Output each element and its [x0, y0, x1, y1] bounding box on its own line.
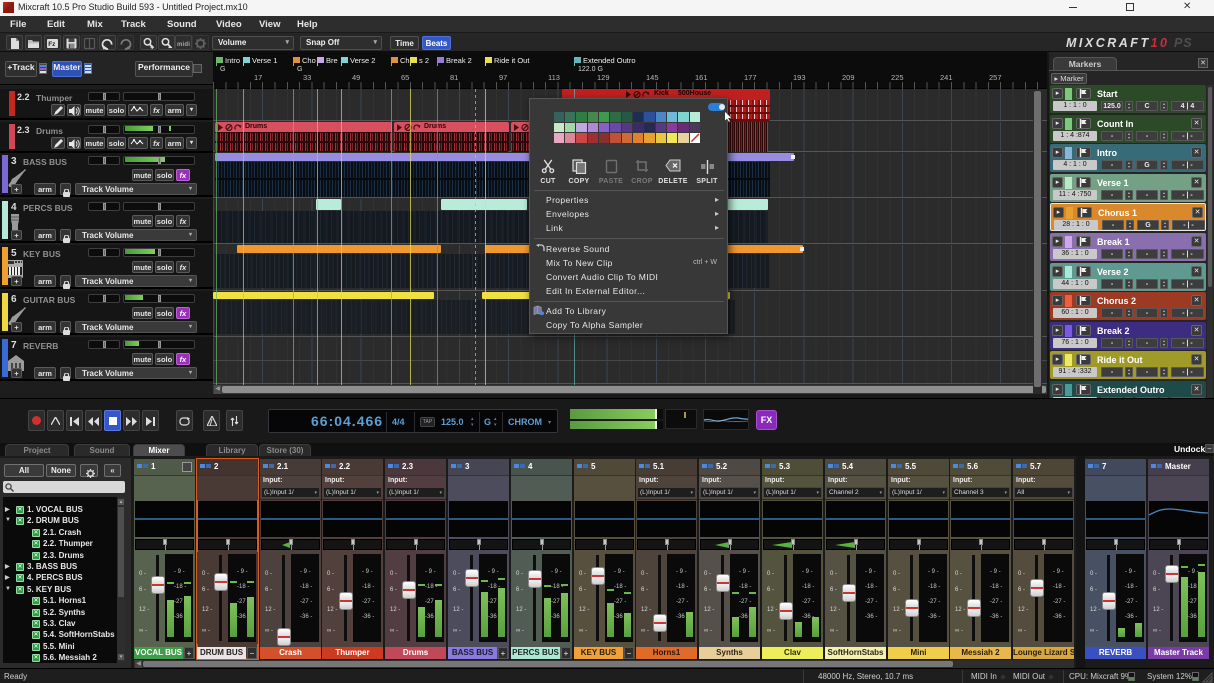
svg-text:midi: midi: [177, 42, 190, 48]
svg-text:Fz: Fz: [48, 41, 56, 48]
